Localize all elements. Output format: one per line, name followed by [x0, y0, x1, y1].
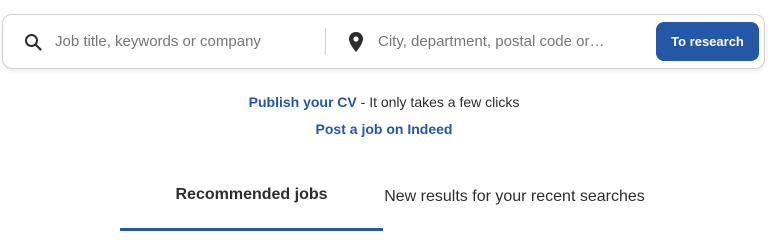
- tab-label: New results for your recent searches: [384, 188, 645, 205]
- where-field[interactable]: [326, 15, 648, 68]
- active-tab-indicator: [120, 228, 383, 231]
- what-input[interactable]: [55, 29, 315, 54]
- tab-recent-searches[interactable]: New results for your recent searches: [383, 172, 646, 222]
- search-submit-button[interactable]: To research: [656, 22, 759, 61]
- job-search-bar: To research: [2, 14, 765, 69]
- publish-cv-suffix: - It only takes a few clicks: [356, 94, 520, 110]
- location-pin-icon: [346, 31, 366, 52]
- post-job-line: Post a job on Indeed: [0, 121, 768, 137]
- tab-recommended-jobs[interactable]: Recommended jobs: [120, 172, 383, 218]
- post-job-link[interactable]: Post a job on Indeed: [316, 121, 453, 137]
- publish-cv-line: Publish your CV - It only takes a few cl…: [0, 94, 768, 110]
- what-field[interactable]: [3, 15, 325, 68]
- tab-label: Recommended jobs: [175, 186, 328, 203]
- publish-cv-link[interactable]: Publish your CV: [249, 94, 357, 110]
- where-input[interactable]: [378, 29, 638, 54]
- search-icon: [23, 32, 43, 52]
